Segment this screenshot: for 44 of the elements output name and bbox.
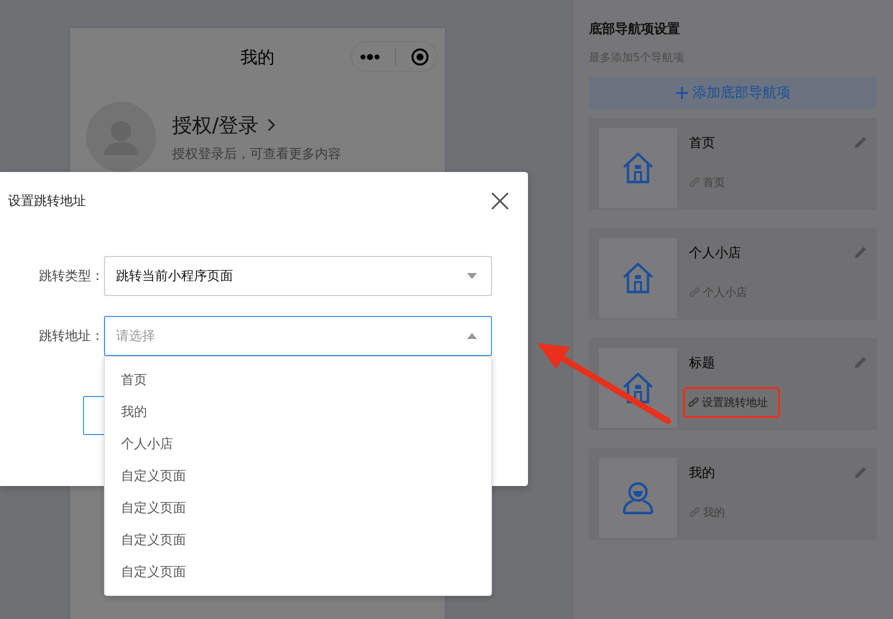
- dropdown-option[interactable]: 首页: [105, 365, 147, 397]
- field-label: 跳转地址：: [38, 328, 104, 345]
- chevron-icon: [266, 118, 276, 132]
- close-icon[interactable]: [491, 192, 509, 210]
- icon-thumbnail[interactable]: [599, 348, 677, 428]
- target-icon[interactable]: [410, 48, 428, 66]
- more-icon[interactable]: [360, 54, 380, 60]
- link-setting[interactable]: 设置跳转地址: [683, 387, 780, 418]
- caret-icon: [467, 273, 477, 279]
- pencil-icon[interactable]: [854, 356, 867, 369]
- nav-item-title: 我的: [689, 465, 716, 482]
- house-icon: [621, 372, 655, 404]
- section-title: 底部导航项设置: [589, 20, 681, 38]
- link-icon: [689, 507, 700, 518]
- page-title: 我的: [240, 46, 274, 68]
- dropdown-option[interactable]: 我的: [105, 397, 147, 429]
- dialog-title: 设置跳转地址: [8, 193, 86, 210]
- plus-icon: [676, 87, 688, 99]
- pencil-icon[interactable]: [854, 466, 867, 479]
- nav-item-title: 首页: [689, 135, 716, 152]
- pencil-icon[interactable]: [854, 246, 867, 259]
- pencil-icon[interactable]: [854, 136, 867, 149]
- house-icon: [621, 262, 655, 294]
- field-label: 跳转类型：: [38, 268, 104, 285]
- dropdown-option[interactable]: 自定义页面: [105, 557, 186, 589]
- dropdown-option[interactable]: 自定义页面: [105, 525, 186, 557]
- select-field[interactable]: 跳转当前小程序页面: [104, 256, 492, 296]
- person-icon: [622, 481, 654, 515]
- nav-item-title: 标题: [689, 355, 716, 372]
- link-icon: [688, 397, 699, 408]
- login-subtitle: 授权登录后，可查看更多内容: [172, 146, 341, 162]
- link-icon: [689, 177, 700, 188]
- avatar-icon: [86, 102, 156, 172]
- caret-icon: [467, 333, 477, 339]
- dropdown-option[interactable]: 自定义页面: [105, 493, 186, 525]
- house-icon: [621, 152, 655, 184]
- link-icon: [689, 287, 700, 298]
- icon-thumbnail[interactable]: [599, 238, 677, 318]
- dropdown-option[interactable]: 自定义页面: [105, 461, 186, 493]
- icon-thumbnail[interactable]: [599, 128, 677, 208]
- login-title[interactable]: 授权/登录: [172, 112, 259, 138]
- icon-thumbnail[interactable]: [599, 458, 677, 538]
- nav-item-title: 个人小店: [689, 245, 742, 262]
- dropdown-option[interactable]: 个人小店: [105, 429, 173, 461]
